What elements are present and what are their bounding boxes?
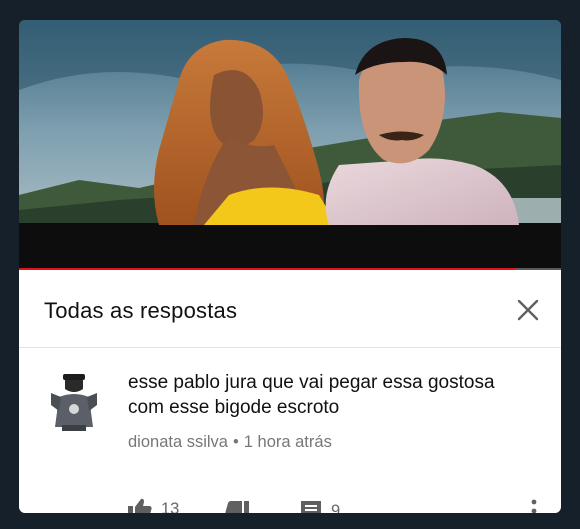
thumbs-up-icon [128,498,152,513]
avatar[interactable] [47,371,101,433]
meta-separator: • [232,433,239,451]
dislike-button[interactable] [225,501,249,513]
comment-time: 1 hora atrás [243,433,332,451]
close-button[interactable] [511,293,545,327]
comment-meta: dionata ssilva • 1 hora atrás [128,433,332,452]
video-frame-image [19,20,561,270]
comment-replies-card: Todas as respostas esse pablo jura que v… [19,20,561,513]
video-progress-fill [19,268,515,270]
comment-author[interactable]: dionata ssilva [128,433,228,451]
like-button[interactable]: 13 [128,498,179,513]
video-thumbnail[interactable] [19,20,561,270]
thumbs-down-icon [225,501,249,513]
reply-count: 9 [331,501,341,514]
comment-icon [301,501,321,513]
like-count: 13 [161,499,180,514]
comment-text-line: esse pablo jura que vai pegar essa gosto… [128,372,495,393]
comment-text: esse pablo jura que vai pegar essa gosto… [128,370,538,420]
comment-text-line: com esse bigode escroto [128,397,340,418]
more-options-button[interactable] [529,499,539,513]
comment-item: esse pablo jura que vai pegar essa gosto… [19,349,561,513]
user-avatar-image [47,371,101,433]
video-progress-bar[interactable] [19,268,561,270]
replies-header: Todas as respostas [19,271,561,348]
reply-button[interactable]: 9 [300,500,340,513]
panel-title: Todas as respostas [44,298,238,323]
more-vertical-icon [531,499,537,513]
close-icon [517,299,539,321]
